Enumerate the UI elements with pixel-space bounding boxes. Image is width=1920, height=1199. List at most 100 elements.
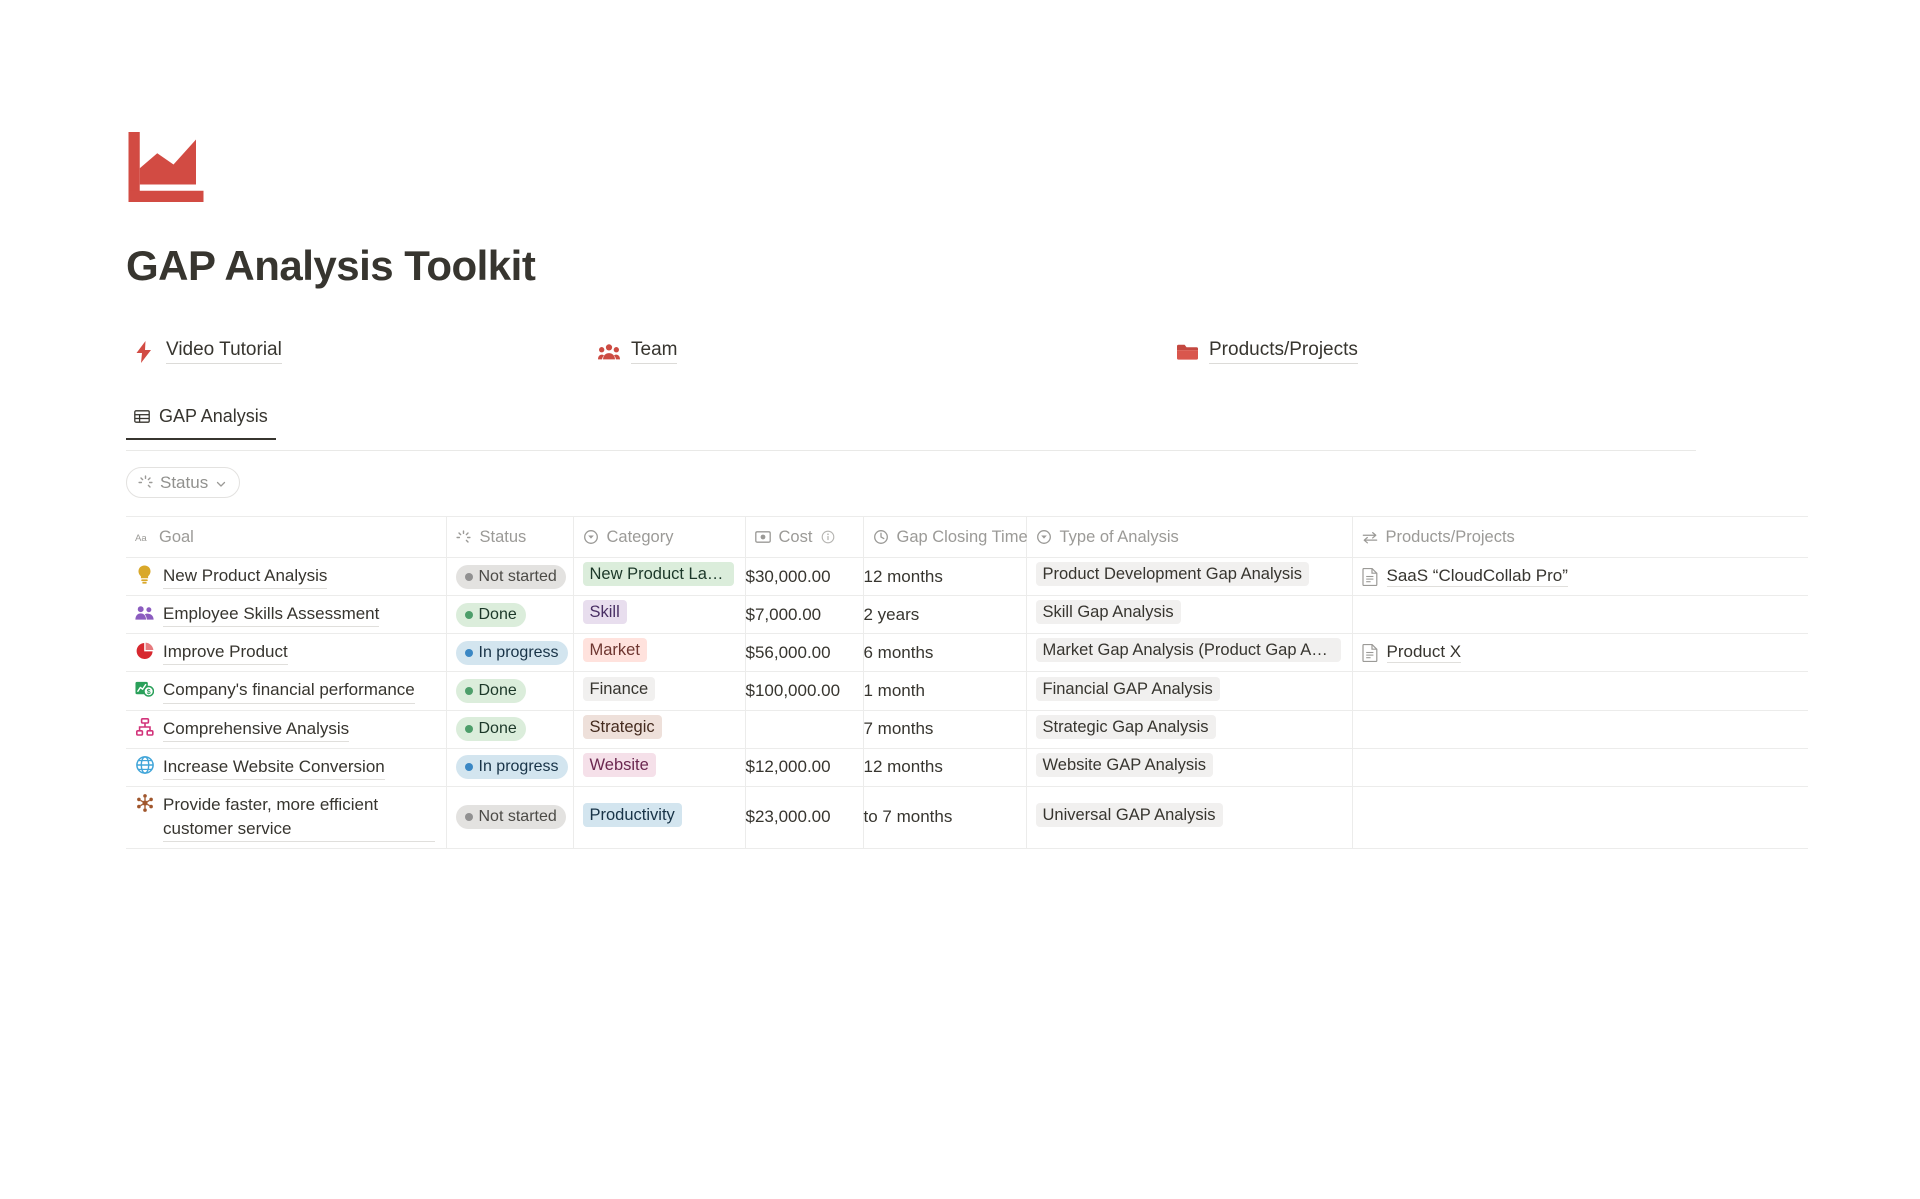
cell-goal[interactable]: Comprehensive Analysis (126, 710, 447, 749)
type-tag: Market Gap Analysis (Product Gap Analy..… (1035, 638, 1341, 663)
cell-gap-closing-time[interactable]: 12 months (863, 557, 1027, 597)
cell-type-of-analysis[interactable]: Strategic Gap Analysis (1026, 710, 1353, 749)
relation-link[interactable]: SaaS “CloudCollab Pro” (1386, 566, 1568, 588)
status-spinner-icon (137, 475, 153, 491)
status-badge: Not started (455, 564, 566, 589)
area-chart-icon (126, 132, 206, 202)
cell-gap-closing-time[interactable]: 6 months (863, 633, 1027, 673)
column-header-cost[interactable]: Cost (745, 516, 864, 559)
cell-goal[interactable]: Employee Skills Assessment (126, 595, 447, 635)
nav-link-products-projects[interactable]: Products/Projects (1176, 339, 1358, 364)
cell-category[interactable]: Market (573, 633, 746, 673)
column-header-goal[interactable]: Aa Goal (126, 516, 447, 559)
cell-cost[interactable]: $7,000.00 (745, 595, 864, 635)
column-header-status[interactable]: Status (446, 516, 574, 559)
cell-goal[interactable]: Increase Website Conversion (126, 748, 447, 787)
cell-cost[interactable]: $23,000.00 (745, 786, 864, 850)
cell-status[interactable]: Done (446, 595, 574, 635)
cell-products-projects[interactable] (1352, 710, 1808, 749)
table-row[interactable]: Provide faster, more efficient customer … (126, 786, 1808, 850)
category-tag: Website (582, 752, 656, 777)
cell-gap-closing-time[interactable]: 7 months (863, 710, 1027, 749)
cell-category[interactable]: New Product Laun... (573, 557, 746, 597)
filter-chip-label: Status (160, 472, 209, 492)
info-circle-icon[interactable] (820, 529, 836, 545)
cell-category[interactable]: Website (573, 748, 746, 787)
nav-link-team[interactable]: Team (598, 339, 678, 364)
cell-status[interactable]: In progress (446, 633, 574, 673)
cell-gap-closing-time[interactable]: 12 months (863, 748, 1027, 787)
cell-type-of-analysis[interactable]: Market Gap Analysis (Product Gap Analy..… (1026, 633, 1353, 673)
tab-gap-analysis[interactable]: GAP Analysis (126, 406, 276, 441)
tab-label: GAP Analysis (159, 406, 268, 427)
column-header-type-of-analysis[interactable]: Type of Analysis (1026, 516, 1353, 559)
cell-status[interactable]: Not started (446, 786, 574, 850)
cell-category[interactable]: Finance (573, 671, 746, 711)
table-row[interactable]: Employee Skills Assessment Done Skill $7,00… (126, 595, 1808, 635)
cell-goal[interactable]: Improve Product (126, 633, 447, 673)
cell-type-of-analysis[interactable]: Financial GAP Analysis (1026, 671, 1353, 711)
category-tag: Productivity (582, 802, 682, 827)
status-dot-icon (464, 763, 473, 772)
folder-icon (1176, 341, 1198, 363)
cell-cost[interactable]: $100,000.00 (745, 671, 864, 711)
cell-cost[interactable]: $30,000.00 (745, 557, 864, 597)
svg-text:$: $ (147, 689, 151, 696)
cell-products-projects[interactable]: Product X (1352, 633, 1808, 673)
table-row[interactable]: Comprehensive Analysis Done Strategic 7 mon… (126, 710, 1808, 749)
cell-type-of-analysis[interactable]: Universal GAP Analysis (1026, 786, 1353, 850)
cell-status[interactable]: Not started (446, 557, 574, 597)
cell-type-of-analysis[interactable]: Product Development Gap Analysis (1026, 557, 1353, 597)
chevron-down-icon (215, 477, 227, 489)
filter-bar: Status (126, 467, 1920, 499)
nav-link-video-tutorial[interactable]: Video Tutorial (133, 339, 282, 364)
table-row[interactable]: $ Company's financial performance Done Fina… (126, 671, 1808, 711)
cell-status[interactable]: Done (446, 671, 574, 711)
cell-cost[interactable] (745, 710, 864, 749)
cell-goal[interactable]: New Product Analysis (126, 557, 447, 597)
relation-link[interactable]: Product X (1386, 642, 1462, 664)
cell-gap-closing-time[interactable]: 1 month (863, 671, 1027, 711)
status-dot-icon (464, 813, 473, 822)
type-tag: Skill Gap Analysis (1035, 600, 1181, 625)
document-icon (1362, 643, 1379, 662)
cell-products-projects[interactable]: SaaS “CloudCollab Pro” (1352, 557, 1808, 597)
cell-type-of-analysis[interactable]: Website GAP Analysis (1026, 748, 1353, 787)
cell-cost[interactable]: $56,000.00 (745, 633, 864, 673)
goal-title: Provide faster, more efficient customer … (163, 793, 435, 843)
lightning-bolt-icon (133, 341, 155, 364)
table-row[interactable]: Improve Product In progress Market $56,000.… (126, 633, 1808, 673)
cell-goal[interactable]: $ Company's financial performance (126, 671, 447, 711)
cell-gap-closing-time[interactable]: 2 years (863, 595, 1027, 635)
svg-text:Aa: Aa (135, 533, 147, 544)
view-tabs: GAP Analysis (126, 406, 1696, 452)
cell-cost[interactable]: $12,000.00 (745, 748, 864, 787)
cell-products-projects[interactable] (1352, 671, 1808, 711)
cell-goal[interactable]: Provide faster, more efficient customer … (126, 786, 447, 850)
cell-products-projects[interactable] (1352, 748, 1808, 787)
quick-links-row: Video Tutorial Team Products/Projects (126, 339, 1920, 370)
cell-products-projects[interactable] (1352, 595, 1808, 635)
column-header-gap-closing-time[interactable]: Gap Closing Time (863, 516, 1028, 559)
column-header-label: Status (479, 527, 527, 546)
goal-title: Increase Website Conversion (163, 755, 385, 780)
status-dot-icon (464, 610, 473, 619)
cell-status[interactable]: In progress (446, 748, 574, 787)
status-badge: Done (455, 679, 526, 704)
cell-gap-closing-time[interactable]: to 7 months (863, 786, 1027, 850)
page-title: GAP Analysis Toolkit (126, 242, 536, 289)
cell-type-of-analysis[interactable]: Skill Gap Analysis (1026, 595, 1353, 635)
filter-chip-status[interactable]: Status (126, 467, 241, 499)
document-icon (1362, 567, 1379, 586)
column-header-category[interactable]: Category (573, 516, 746, 559)
cell-products-projects[interactable] (1352, 786, 1808, 850)
status-dot-icon (464, 725, 473, 734)
cell-status[interactable]: Done (446, 710, 574, 749)
status-badge: In progress (455, 640, 568, 665)
cell-category[interactable]: Skill (573, 595, 746, 635)
column-header-products-projects[interactable]: Products/Projects (1352, 516, 1808, 559)
cell-category[interactable]: Strategic (573, 710, 746, 749)
cell-category[interactable]: Productivity (573, 786, 746, 850)
table-row[interactable]: Increase Website Conversion In progress We… (126, 748, 1808, 787)
table-row[interactable]: New Product Analysis Not started New Produ… (126, 557, 1808, 597)
